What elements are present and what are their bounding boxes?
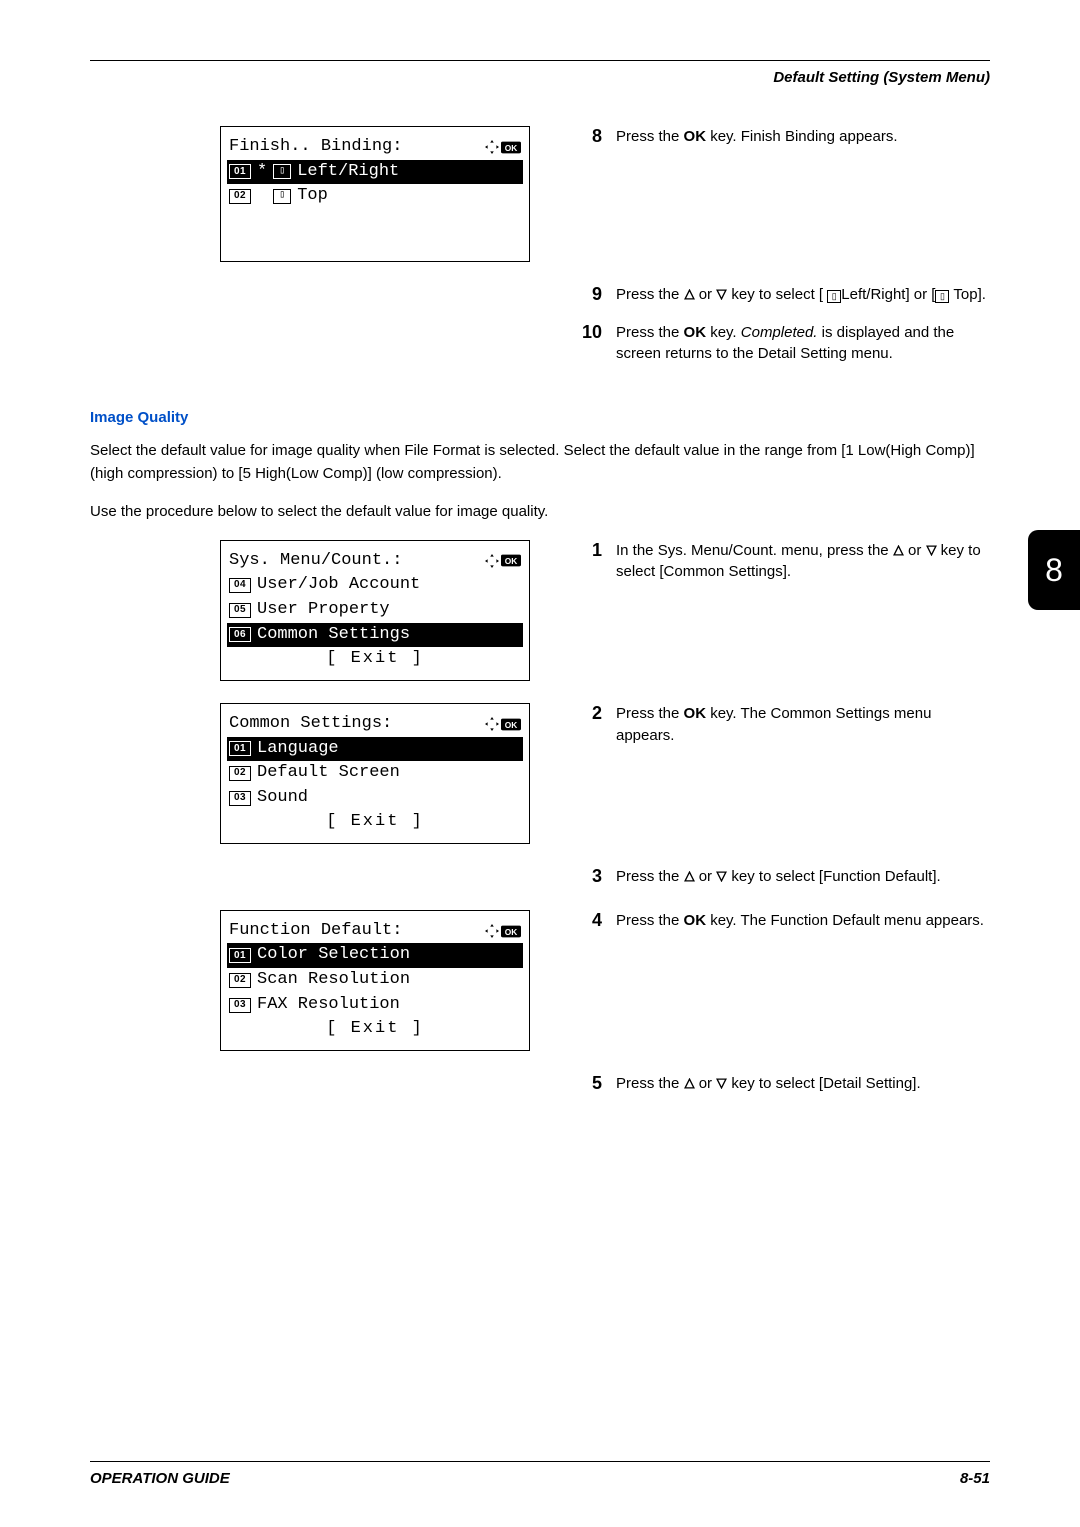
nav-ok-icon: OK [485, 924, 521, 938]
lcd4-row-1: 01Color Selection [227, 943, 523, 968]
svg-text:OK: OK [505, 143, 518, 153]
doc-icon: ▯ [273, 164, 291, 179]
lcd3-row-1: 01Language [227, 737, 523, 762]
row-num-icon: 02 [229, 189, 251, 204]
nav-ok-icon: OK [485, 140, 521, 154]
footer-left: OPERATION GUIDE [90, 1470, 230, 1487]
row-num-icon: 01 [229, 164, 251, 179]
lcd-function-default: Function Default: OK 01Color Selection 0… [220, 910, 530, 1051]
nav-ok-icon: OK [485, 554, 521, 568]
lcd4-row-2: 02Scan Resolution [227, 968, 523, 993]
svg-text:OK: OK [505, 720, 518, 730]
para-1: Select the default value for image quali… [90, 440, 990, 485]
step-5: 5 Press the or key to select [Detail Set… [580, 1073, 990, 1095]
step-8: 8 Press the OK key. Finish Binding appea… [580, 126, 990, 148]
svg-text:OK: OK [505, 556, 518, 566]
doc-icon: ▯ [273, 189, 291, 204]
step-10: 10 Press the OK key. Completed. is displ… [580, 322, 990, 366]
section-image-quality: Image Quality [90, 409, 990, 426]
para-2: Use the procedure below to select the de… [90, 501, 990, 524]
lcd-sys-menu: Sys. Menu/Count.: OK 04User/Job Account … [220, 540, 530, 681]
lcd1-row-2: 02 ▯ Top [227, 184, 523, 209]
step-9: 9 Press the or key to select [ ▯Left/Rig… [580, 284, 990, 306]
lcd4-row-3: 03FAX Resolution [227, 993, 523, 1018]
lcd-common-settings: Common Settings: OK 01Language 02Default… [220, 703, 530, 844]
nav-ok-icon: OK [485, 717, 521, 731]
step-3: 3 Press the or key to select [Function D… [580, 866, 990, 888]
step-4: 4 Press the OK key. The Function Default… [580, 910, 990, 932]
step-1: 1 In the Sys. Menu/Count. menu, press th… [580, 540, 990, 584]
lcd2-row-1: 04User/Job Account [227, 573, 523, 598]
lcd3-row-2: 02Default Screen [227, 761, 523, 786]
lcd1-row-1: 01*▯ Left/Right [227, 160, 523, 185]
header-section-title: Default Setting (System Menu) [90, 69, 990, 86]
lcd1-title: Finish.. Binding: [229, 135, 402, 160]
lcd3-row-3: 03Sound [227, 786, 523, 811]
lcd-finish-binding: Finish.. Binding: OK 01*▯ Left/Right 02 … [220, 126, 530, 262]
lcd2-row-2: 05User Property [227, 598, 523, 623]
step-2: 2 Press the OK key. The Common Settings … [580, 703, 990, 747]
lcd2-row-3: 06Common Settings [227, 623, 523, 648]
footer-right: 8-51 [960, 1470, 990, 1487]
chapter-tab: 8 [1028, 530, 1080, 610]
svg-text:OK: OK [505, 926, 518, 936]
